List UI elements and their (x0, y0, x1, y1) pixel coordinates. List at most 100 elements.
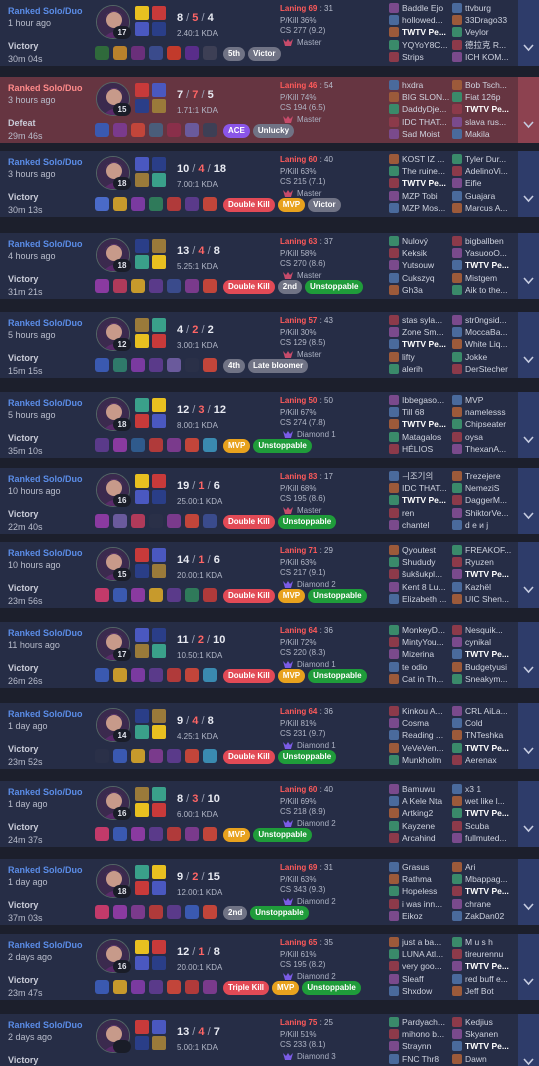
team-player[interactable]: chantel (389, 519, 451, 531)
item-icon[interactable] (167, 46, 181, 60)
item-icon[interactable] (203, 438, 217, 452)
team-player[interactable]: IDC THAT... (389, 482, 451, 494)
item-icon[interactable] (167, 197, 181, 211)
team-player[interactable]: wet like l... (452, 795, 514, 807)
item-icon[interactable] (131, 46, 145, 60)
item-icon[interactable] (185, 197, 199, 211)
item-icon[interactable] (203, 749, 217, 763)
team-player[interactable]: ren (389, 507, 451, 519)
item-icon[interactable] (167, 514, 181, 528)
item-icon[interactable] (203, 588, 217, 602)
team-player[interactable]: ttvburg (452, 2, 514, 14)
expand-match-button[interactable] (518, 312, 539, 378)
item-icon[interactable] (131, 827, 145, 841)
item-icon[interactable] (203, 514, 217, 528)
team-player[interactable]: Ryuzen (452, 556, 514, 568)
item-icon[interactable] (149, 749, 163, 763)
match-row[interactable]: Ranked Solo/Duo 1 day ago Victory 24m 37s 16… (0, 781, 539, 847)
team-player[interactable]: HÉLIOS (389, 443, 451, 455)
team-player[interactable]: Nulový (389, 235, 451, 247)
team-player[interactable]: FNC Thr8 (389, 1053, 451, 1065)
team-player[interactable]: lifty (389, 351, 451, 363)
team-player[interactable]: Eikoz (389, 910, 451, 922)
item-icon[interactable] (113, 279, 127, 293)
team-player[interactable]: Kayzene (389, 820, 451, 832)
item-icon[interactable] (113, 905, 127, 919)
team-player[interactable]: The ruine... (389, 165, 451, 177)
item-icon[interactable] (203, 123, 217, 137)
item-icon[interactable] (95, 980, 109, 994)
team-player[interactable]: TWTV Pe... (452, 259, 514, 271)
team-player[interactable]: AdelinoVi... (452, 165, 514, 177)
item-icon[interactable] (149, 905, 163, 919)
team-player[interactable]: Till 68 (389, 406, 451, 418)
team-player[interactable]: Mizerina (389, 648, 451, 660)
item-icon[interactable] (95, 123, 109, 137)
team-player[interactable]: A Kele Nta (389, 795, 451, 807)
team-player[interactable]: Grasus (389, 861, 451, 873)
item-icon[interactable] (167, 668, 181, 682)
item-icon[interactable] (167, 279, 181, 293)
team-player[interactable]: M u s h (452, 936, 514, 948)
team-player[interactable]: šukšukpl... (389, 568, 451, 580)
expand-match-button[interactable] (518, 934, 539, 1000)
team-player[interactable]: Chipseater (452, 418, 514, 430)
team-player[interactable]: MZP Tobi (389, 190, 451, 202)
team-player[interactable]: Jokke (452, 351, 514, 363)
item-icon[interactable] (131, 514, 145, 528)
team-player[interactable]: Cukszyq (389, 272, 451, 284)
team-player[interactable]: Kent 8 Lu... (389, 581, 451, 593)
team-player[interactable]: ICH KOM... (452, 51, 514, 63)
item-icon[interactable] (131, 749, 145, 763)
team-player[interactable]: CRL AiLa... (452, 705, 514, 717)
item-icon[interactable] (95, 905, 109, 919)
team-player[interactable]: TWTV Pe... (389, 418, 451, 430)
team-player[interactable]: Guajara (452, 190, 514, 202)
team-player[interactable]: ThexanA... (452, 443, 514, 455)
team-player[interactable]: TWTV Pe... (452, 807, 514, 819)
team-player[interactable]: Jeff Bot (452, 985, 514, 997)
team-player[interactable]: DerStecher (452, 363, 514, 375)
item-icon[interactable] (203, 905, 217, 919)
item-icon[interactable] (149, 46, 163, 60)
item-icon[interactable] (203, 827, 217, 841)
item-icon[interactable] (95, 358, 109, 372)
expand-match-button[interactable] (518, 233, 539, 299)
team-player[interactable]: Arcahind (389, 832, 451, 844)
team-player[interactable]: IDC THAT... (389, 116, 451, 128)
item-icon[interactable] (203, 279, 217, 293)
item-icon[interactable] (113, 123, 127, 137)
team-player[interactable]: Qyoutest (389, 544, 451, 556)
match-row[interactable]: Ranked Solo/Duo 2 days ago Victory 13 / 4 /… (0, 1014, 539, 1066)
match-row[interactable]: Ranked Solo/Duo 11 hours ago Victory 26m 26… (0, 622, 539, 688)
item-icon[interactable] (113, 827, 127, 841)
team-player[interactable]: Shududy (389, 556, 451, 568)
item-icon[interactable] (149, 588, 163, 602)
expand-match-button[interactable] (518, 77, 539, 143)
item-icon[interactable] (113, 438, 127, 452)
item-icon[interactable] (203, 668, 217, 682)
item-icon[interactable] (131, 279, 145, 293)
team-player[interactable]: FREAKOF... (452, 544, 514, 556)
item-icon[interactable] (95, 514, 109, 528)
team-player[interactable]: UIC Shen... (452, 593, 514, 605)
item-icon[interactable] (149, 438, 163, 452)
item-icon[interactable] (167, 123, 181, 137)
team-player[interactable]: Shxdow (389, 985, 451, 997)
team-player[interactable]: ㅢ조기의 (389, 470, 451, 482)
item-icon[interactable] (95, 46, 109, 60)
item-icon[interactable] (149, 827, 163, 841)
team-player[interactable]: Dawn (452, 1053, 514, 1065)
team-player[interactable]: hxdra (389, 79, 451, 91)
item-icon[interactable] (131, 588, 145, 602)
expand-match-button[interactable] (518, 392, 539, 458)
match-row[interactable]: Ranked Solo/Duo 1 hour ago Victory 30m 04s 1… (0, 0, 539, 66)
team-player[interactable]: Kedjius (452, 1016, 514, 1028)
match-row[interactable]: Ranked Solo/Duo 1 day ago Victory 37m 03s 18… (0, 859, 539, 925)
expand-match-button[interactable] (518, 151, 539, 217)
item-icon[interactable] (185, 358, 199, 372)
item-icon[interactable] (185, 123, 199, 137)
team-player[interactable]: cynikal (452, 636, 514, 648)
expand-match-button[interactable] (518, 703, 539, 769)
team-player[interactable]: NemeziS (452, 482, 514, 494)
